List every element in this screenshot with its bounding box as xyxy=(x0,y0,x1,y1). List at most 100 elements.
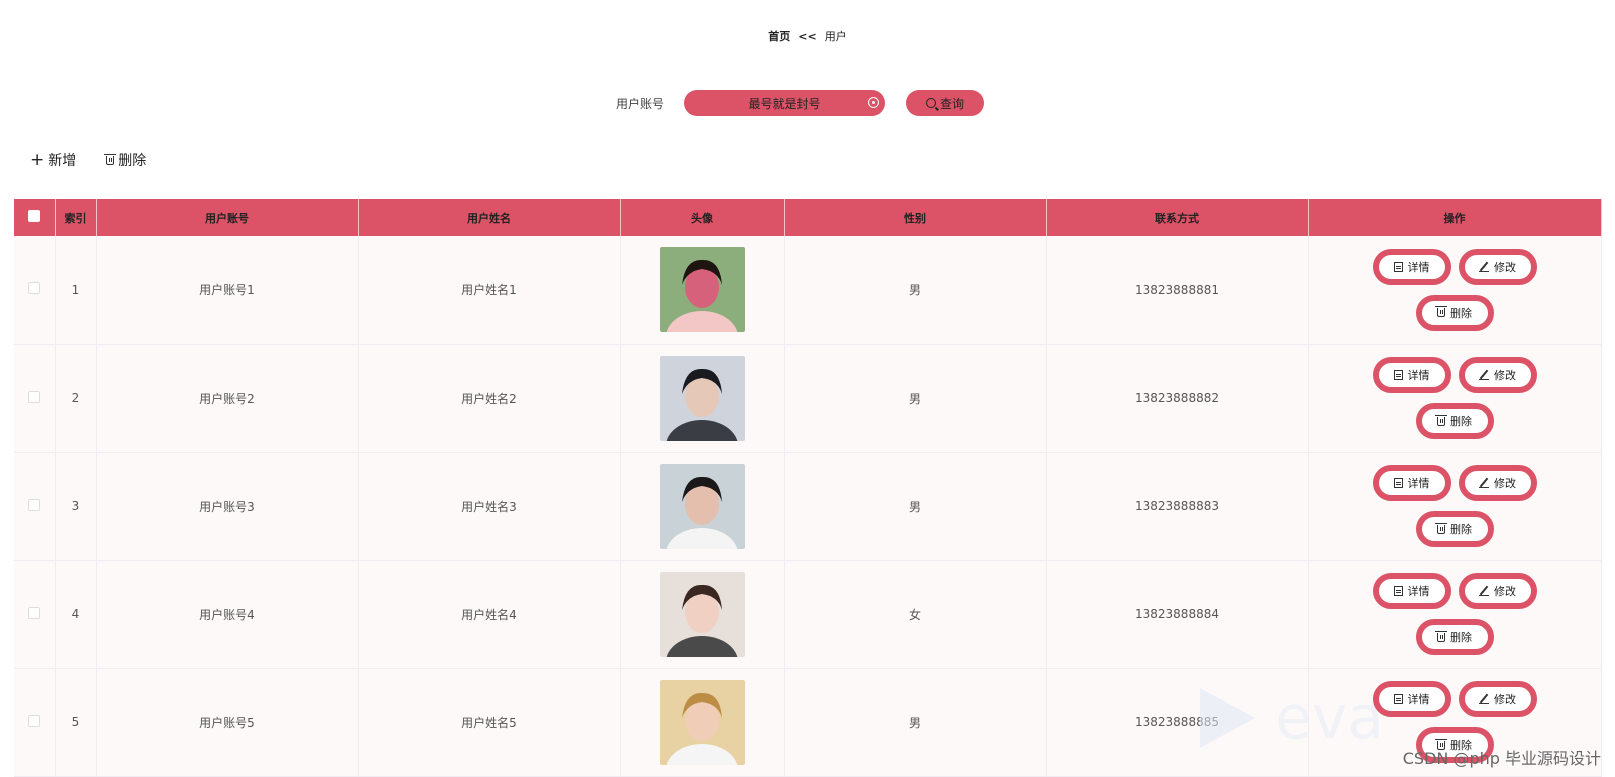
avatar xyxy=(659,571,745,657)
header-avatar: 头像 xyxy=(620,199,785,236)
row-checkbox-cell[interactable] xyxy=(14,344,56,453)
table-row: 2 用户账号2 用户姓名2 男 13823888882 详情 修改 删除 xyxy=(14,344,1602,453)
avatar xyxy=(659,679,745,765)
delete-button-label: 删除 xyxy=(1450,523,1472,536)
row-index: 2 xyxy=(55,344,97,453)
row-actions: 详情 修改 删除 xyxy=(1308,452,1602,561)
row-actions: 详情 修改 删除 xyxy=(1308,236,1602,345)
detail-button-label: 详情 xyxy=(1407,585,1430,598)
checkbox-icon[interactable] xyxy=(28,210,41,222)
delete-button-label: 删除 xyxy=(1450,415,1472,428)
table-row: 4 用户账号4 用户姓名4 女 13823888884 详情 修改 删除 xyxy=(14,560,1602,669)
trash-icon xyxy=(1435,522,1447,534)
row-action-group: 详情 修改 删除 xyxy=(1370,248,1540,331)
edit-button[interactable]: 修改 xyxy=(1458,465,1537,501)
row-avatar-cell xyxy=(620,344,785,453)
add-button[interactable]: + 新增 xyxy=(30,150,76,170)
search-label: 用户账号 xyxy=(616,97,665,111)
edit-button-label: 修改 xyxy=(1494,260,1516,274)
select-all-header[interactable] xyxy=(14,199,56,236)
edit-icon xyxy=(1479,262,1489,272)
avatar xyxy=(659,247,745,333)
row-index: 1 xyxy=(55,236,97,345)
bulk-delete-label: 删除 xyxy=(118,153,147,169)
row-account: 用户账号2 xyxy=(96,344,359,453)
row-actions: 详情 修改 删除 xyxy=(1308,344,1602,453)
row-phone: 13823888882 xyxy=(1046,344,1309,453)
delete-button[interactable]: 删除 xyxy=(1415,619,1494,655)
toolbar: + 新增 删除 xyxy=(30,150,146,170)
detail-button-label: 详情 xyxy=(1407,260,1430,274)
header-actions: 操作 xyxy=(1308,199,1602,236)
checkbox-icon[interactable] xyxy=(28,714,41,727)
row-account: 用户账号3 xyxy=(96,452,359,561)
breadcrumb-current: 用户 xyxy=(824,30,847,43)
breadcrumb-home[interactable]: 首页 xyxy=(768,30,790,43)
edit-button-label: 修改 xyxy=(1494,369,1516,382)
row-checkbox-cell[interactable] xyxy=(14,560,56,669)
table-row: 1 用户账号1 用户姓名1 男 13823888881 详情 修改 删除 xyxy=(14,236,1602,345)
edit-button[interactable]: 修改 xyxy=(1458,357,1537,393)
row-avatar-cell xyxy=(620,560,785,669)
document-icon xyxy=(1393,586,1403,596)
checkbox-icon[interactable] xyxy=(28,390,41,403)
row-phone: 13823888881 xyxy=(1046,236,1309,345)
clear-icon[interactable] xyxy=(868,97,879,108)
row-gender: 男 xyxy=(784,236,1047,345)
detail-button[interactable]: 详情 xyxy=(1372,357,1451,393)
row-checkbox-cell[interactable] xyxy=(14,668,56,777)
breadcrumb-separator: << xyxy=(798,30,817,43)
delete-button[interactable]: 删除 xyxy=(1415,511,1494,547)
svg-text:eva: eva xyxy=(1275,683,1384,753)
checkbox-icon[interactable] xyxy=(28,606,41,619)
edit-button[interactable]: 修改 xyxy=(1458,573,1537,609)
row-checkbox-cell[interactable] xyxy=(14,452,56,561)
delete-button-label: 删除 xyxy=(1450,631,1472,644)
detail-button-label: 详情 xyxy=(1407,369,1430,382)
row-avatar-cell xyxy=(620,452,785,561)
watermark-logo: eva xyxy=(1200,683,1384,753)
row-gender: 女 xyxy=(784,560,1047,669)
edit-button[interactable]: 修改 xyxy=(1458,248,1537,285)
document-icon xyxy=(1393,261,1403,272)
row-index: 3 xyxy=(55,452,97,561)
breadcrumb: 首页 << 用户 xyxy=(0,28,1615,44)
search-button[interactable]: 查询 xyxy=(906,90,984,116)
edit-button-label: 修改 xyxy=(1494,585,1516,598)
plus-icon: + xyxy=(30,149,45,170)
avatar xyxy=(659,463,745,549)
row-checkbox-cell[interactable] xyxy=(14,236,56,345)
header-gender: 性别 xyxy=(784,199,1047,236)
checkbox-icon[interactable] xyxy=(28,498,41,511)
row-actions: 详情 修改 删除 xyxy=(1308,560,1602,669)
add-button-label: 新增 xyxy=(48,153,77,169)
search-field[interactable] xyxy=(684,90,885,116)
bulk-delete-button[interactable]: 删除 xyxy=(104,150,147,170)
delete-button[interactable]: 删除 xyxy=(1415,403,1494,439)
row-name: 用户姓名4 xyxy=(358,560,621,669)
detail-button[interactable]: 详情 xyxy=(1372,573,1451,609)
edit-icon xyxy=(1479,586,1489,596)
trash-icon xyxy=(1435,306,1447,318)
row-account: 用户账号4 xyxy=(96,560,359,669)
row-account: 用户账号1 xyxy=(96,236,359,345)
search-button-label: 查询 xyxy=(939,96,964,111)
row-avatar-cell xyxy=(620,668,785,777)
row-gender: 男 xyxy=(784,344,1047,453)
delete-button-label: 删除 xyxy=(1450,306,1472,320)
detail-button[interactable]: 详情 xyxy=(1372,248,1451,285)
edit-button-label: 修改 xyxy=(1494,477,1516,490)
detail-button[interactable]: 详情 xyxy=(1372,465,1451,501)
row-name: 用户姓名2 xyxy=(358,344,621,453)
row-gender: 男 xyxy=(784,452,1047,561)
search-input[interactable] xyxy=(684,90,885,116)
trash-icon xyxy=(1435,414,1447,426)
checkbox-icon[interactable] xyxy=(28,282,41,295)
delete-button[interactable]: 删除 xyxy=(1415,294,1494,331)
trash-icon xyxy=(104,153,117,165)
header-account: 用户账号 xyxy=(96,199,359,236)
row-action-group: 详情 修改 删除 xyxy=(1370,465,1540,547)
header-phone: 联系方式 xyxy=(1046,199,1309,236)
edit-icon xyxy=(1479,370,1489,380)
row-avatar-cell xyxy=(620,236,785,345)
